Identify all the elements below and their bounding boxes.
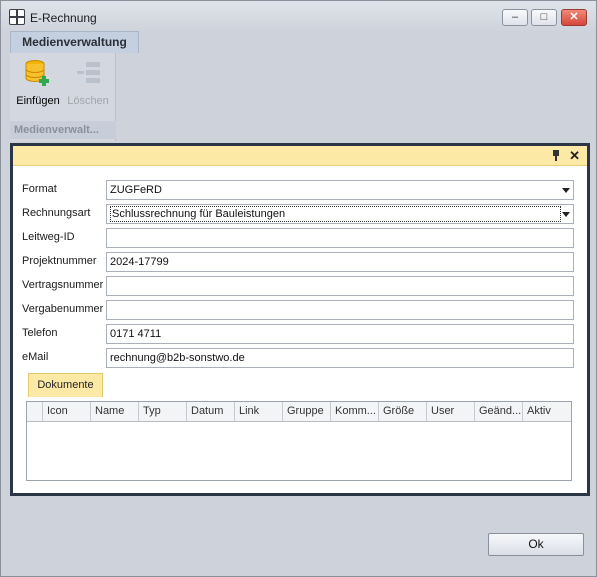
tab-medienverwaltung[interactable]: Medienverwaltung: [10, 31, 139, 53]
telefon-row: Telefon 0171 4711: [22, 324, 582, 344]
ribbon-group-medienverwaltung: Einfügen Löschen Medienverwalt...: [10, 53, 116, 141]
leitweg-label: Leitweg-ID: [22, 231, 75, 243]
vergabe-label: Vergabenummer: [22, 303, 104, 315]
loeschen-button[interactable]: Löschen: [63, 59, 113, 107]
loeschen-label: Löschen: [67, 95, 109, 107]
format-select[interactable]: ZUGFeRD: [106, 180, 574, 200]
e-rechnung-window: E-Rechnung – □ ✕ Medienverwaltung Einfüg…: [0, 0, 597, 577]
projekt-row: Projektnummer 2024-17799: [22, 252, 582, 272]
grid-header: Icon Name Typ Datum Link Gruppe Komm... …: [27, 402, 571, 422]
email-row: eMail rechnung@b2b-sonstwo.de: [22, 348, 582, 368]
rechnungsart-value: Schlussrechnung für Bauleistungen: [110, 206, 561, 222]
pin-icon[interactable]: [551, 150, 561, 162]
column-groesse[interactable]: Größe: [378, 402, 426, 421]
column-selector[interactable]: [27, 402, 42, 421]
vertrag-input[interactable]: [106, 276, 574, 296]
leitweg-row: Leitweg-ID: [22, 228, 582, 248]
column-aktiv[interactable]: Aktiv: [522, 402, 571, 421]
tab-dokumente[interactable]: Dokumente: [28, 373, 103, 397]
einfuegen-label: Einfügen: [16, 95, 60, 107]
vertrag-row: Vertragsnummer: [22, 276, 582, 296]
vergabe-row: Vergabenummer: [22, 300, 582, 320]
ribbon: Einfügen Löschen Medienverwalt...: [8, 53, 591, 143]
database-add-icon: [24, 59, 52, 87]
chevron-down-icon[interactable]: [562, 212, 570, 217]
column-user[interactable]: User: [426, 402, 474, 421]
column-typ[interactable]: Typ: [138, 402, 186, 421]
column-kommentar[interactable]: Komm...: [330, 402, 378, 421]
minimize-button[interactable]: –: [502, 9, 528, 26]
leitweg-input[interactable]: [106, 228, 574, 248]
rechnungsart-row: Rechnungsart Schlussrechnung für Bauleis…: [22, 204, 582, 224]
format-row: Format ZUGFeRD: [22, 180, 582, 200]
chevron-down-icon[interactable]: [562, 188, 570, 193]
delete-row-icon: [74, 59, 102, 87]
rechnungsart-select[interactable]: Schlussrechnung für Bauleistungen: [106, 204, 574, 224]
title-bar[interactable]: E-Rechnung – □ ✕: [1, 1, 596, 31]
close-button[interactable]: ✕: [561, 9, 587, 26]
window-title: E-Rechnung: [30, 11, 97, 25]
vertrag-label: Vertragsnummer: [22, 279, 104, 291]
ok-button[interactable]: Ok: [488, 533, 584, 556]
panel-header: ✕: [13, 146, 587, 166]
e-rechnung-panel: ✕ Format ZUGFeRD Rechnungsart Schlussrec…: [10, 143, 590, 496]
vergabe-input[interactable]: [106, 300, 574, 320]
column-geaendert[interactable]: Geänd...: [474, 402, 522, 421]
column-icon[interactable]: Icon: [42, 402, 90, 421]
app-grid-icon: [9, 9, 25, 25]
projekt-label: Projektnummer: [22, 255, 97, 267]
format-label: Format: [22, 183, 57, 195]
column-name[interactable]: Name: [90, 402, 138, 421]
column-datum[interactable]: Datum: [186, 402, 234, 421]
panel-close-icon[interactable]: ✕: [569, 148, 580, 164]
ribbon-group-label: Medienverwalt...: [10, 121, 116, 139]
email-input[interactable]: rechnung@b2b-sonstwo.de: [106, 348, 574, 368]
maximize-button[interactable]: □: [531, 9, 557, 26]
column-gruppe[interactable]: Gruppe: [282, 402, 330, 421]
column-link[interactable]: Link: [234, 402, 282, 421]
einfuegen-button[interactable]: Einfügen: [13, 59, 63, 107]
projekt-input[interactable]: 2024-17799: [106, 252, 574, 272]
telefon-input[interactable]: 0171 4711: [106, 324, 574, 344]
format-value: ZUGFeRD: [110, 184, 162, 196]
telefon-label: Telefon: [22, 327, 58, 339]
documents-grid[interactable]: Icon Name Typ Datum Link Gruppe Komm... …: [26, 401, 572, 481]
rechnungsart-label: Rechnungsart: [22, 207, 91, 219]
email-label: eMail: [22, 351, 49, 363]
